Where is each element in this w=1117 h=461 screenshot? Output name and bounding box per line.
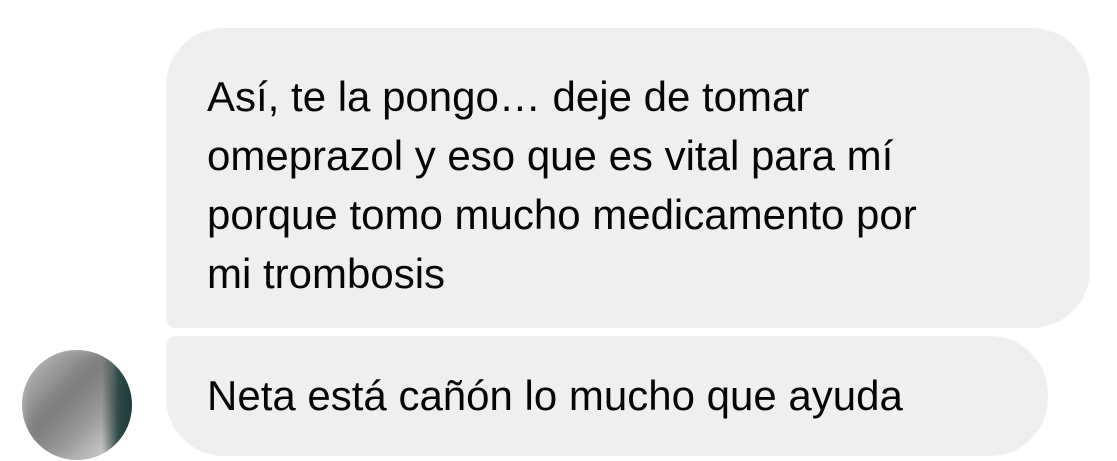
message-bubble[interactable]: Así, te la pongo… deje de tomar omeprazo… bbox=[166, 28, 1090, 328]
chat-thread: Así, te la pongo… deje de tomar omeprazo… bbox=[0, 0, 1117, 461]
avatar-edge bbox=[102, 350, 132, 460]
sender-avatar[interactable] bbox=[22, 350, 132, 460]
avatar-blurred-photo bbox=[22, 350, 112, 460]
message-bubble[interactable]: Neta está cañón lo mucho que ayuda bbox=[166, 336, 1048, 456]
